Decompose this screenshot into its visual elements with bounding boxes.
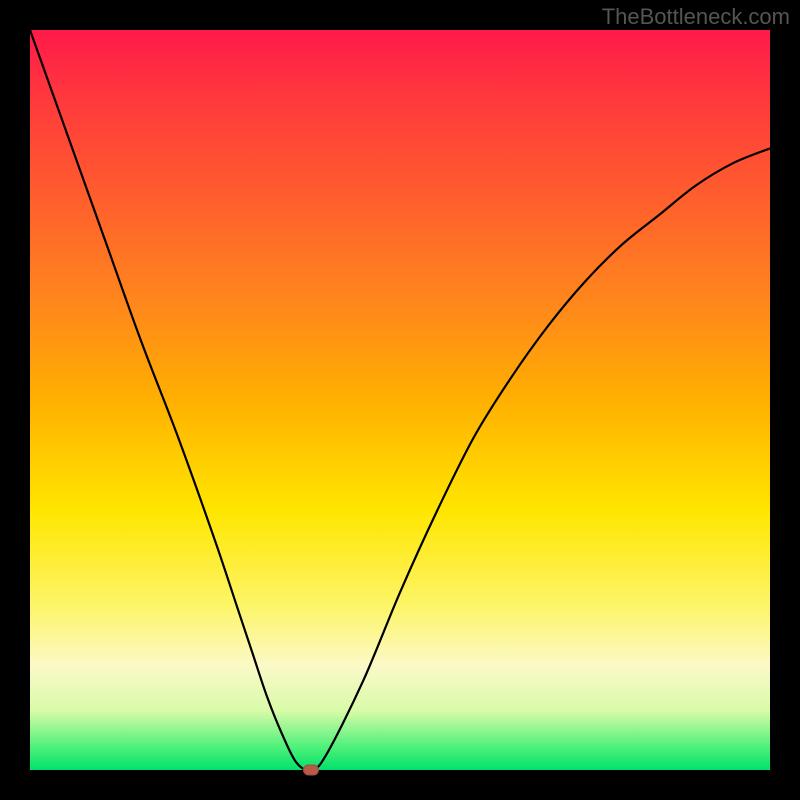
chart-plot-area [30, 30, 770, 770]
bottleneck-marker [303, 765, 319, 776]
bottleneck-curve [30, 30, 770, 770]
watermark-text: TheBottleneck.com [602, 4, 790, 30]
